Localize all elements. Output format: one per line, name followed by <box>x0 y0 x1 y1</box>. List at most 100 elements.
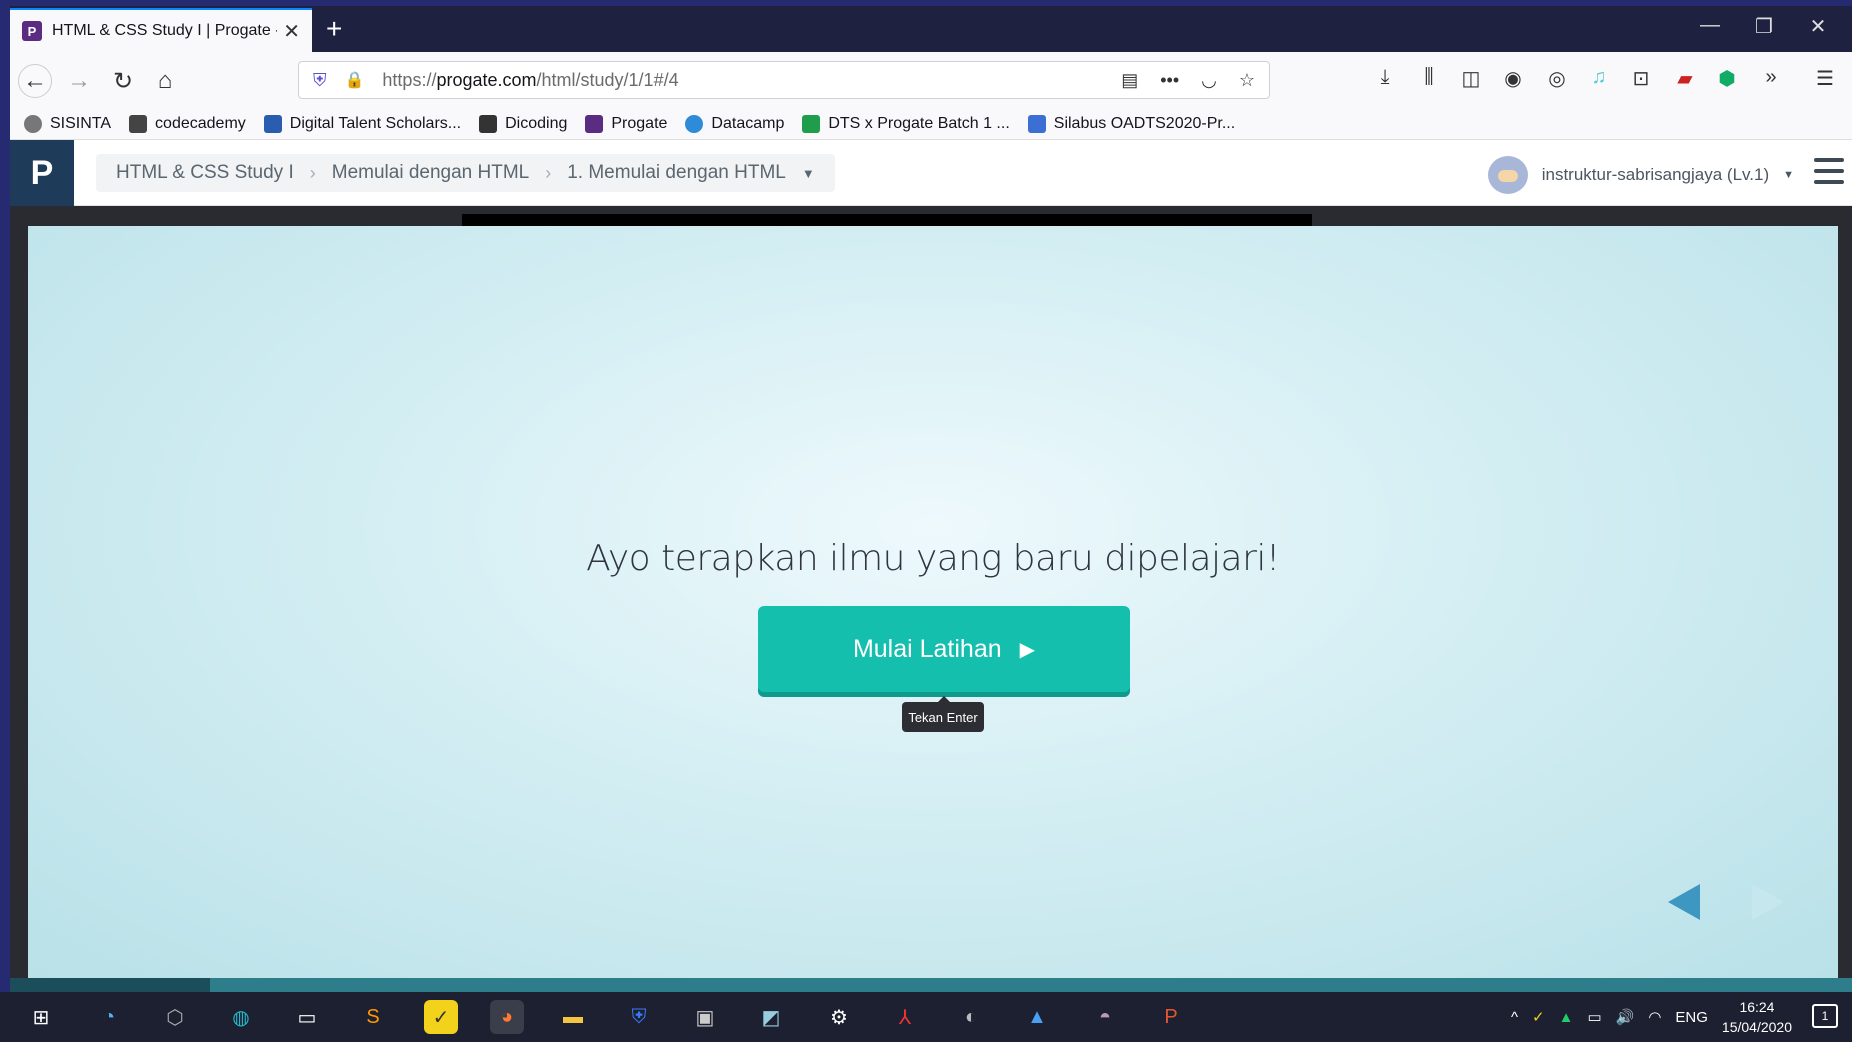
tracking-shield-icon[interactable]: ⛨ <box>313 70 327 91</box>
progate-favicon-icon: P <box>22 21 42 41</box>
close-window-icon[interactable]: ✕ <box>1798 14 1838 39</box>
sheets-icon <box>802 114 821 133</box>
breadcrumb-chapter[interactable]: Memulai dengan HTML <box>332 162 529 184</box>
browser-app-icon[interactable]: ◔ <box>92 1000 126 1034</box>
bookmarks-bar: SISINTA codecademy Digital Talent Schola… <box>10 108 1852 140</box>
language-indicator[interactable]: ENG <box>1675 1009 1708 1026</box>
sticky-tray-icon[interactable]: ✓ <box>1532 1008 1545 1026</box>
shield-app-icon[interactable]: ⛨ <box>622 1000 656 1034</box>
powerpoint-app-icon[interactable]: P <box>1154 1000 1188 1034</box>
tab-bar: P HTML & CSS Study I | Progate - ✕ + — ❐… <box>10 6 1852 52</box>
slide-progress-bar <box>10 978 1852 992</box>
close-tab-icon[interactable]: ✕ <box>283 19 300 44</box>
slide-stage: Ayo terapkan ilmu yang baru dipelajari! … <box>28 226 1838 978</box>
account-icon[interactable]: ◉ <box>1498 66 1528 91</box>
caret-down-icon[interactable]: ▼ <box>802 166 815 181</box>
more-actions-icon[interactable]: ••• <box>1160 70 1179 91</box>
bookmark-item[interactable]: Digital Talent Scholars... <box>263 114 461 133</box>
bookmark-item[interactable]: SISINTA <box>24 114 111 133</box>
app-menu-icon[interactable]: ☰ <box>1810 66 1840 91</box>
bookmark-item[interactable]: DTS x Progate Batch 1 ... <box>802 114 1010 133</box>
slide-prompt: Ayo terapkan ilmu yang baru dipelajari! <box>586 538 1280 579</box>
file-explorer-app-icon[interactable]: ▬ <box>556 1000 590 1034</box>
discord-app-icon[interactable]: ◓ <box>1088 1000 1122 1034</box>
bookmark-item[interactable]: Progate <box>585 114 667 133</box>
pocket-icon[interactable]: ◡ <box>1201 70 1217 91</box>
reload-icon[interactable]: ↻ <box>106 64 140 98</box>
battery-icon[interactable]: ▭ <box>1587 1008 1601 1026</box>
fox-app-icon[interactable]: ⬡ <box>158 1000 192 1034</box>
sublime-app-icon[interactable]: S <box>356 1000 390 1034</box>
windows-start-icon[interactable]: ⊞ <box>24 1000 58 1034</box>
progate-logo[interactable]: P <box>10 140 74 206</box>
pdf-extension-icon[interactable]: ▰ <box>1670 66 1700 91</box>
acrobat-app-icon[interactable]: ⅄ <box>888 1000 922 1034</box>
wifi-icon[interactable]: ◠ <box>1648 1008 1661 1026</box>
next-slide-icon[interactable] <box>1752 884 1784 920</box>
browser-tab-active[interactable]: P HTML & CSS Study I | Progate - ✕ <box>10 8 312 52</box>
gitkraken-app-icon[interactable]: ◍ <box>224 1000 258 1034</box>
sticky-notes-app-icon[interactable]: ✓ <box>424 1000 458 1034</box>
download-icon[interactable]: ⤓ <box>1370 66 1400 89</box>
user-menu[interactable]: instruktur-sabrisangjaya (Lv.1) ▼ <box>1487 156 1794 194</box>
system-tray: ^ ✓ ▲ ▭ 🔊 ◠ ENG 16:24 15/04/2020 <box>1511 992 1792 1042</box>
overflow-menu-icon[interactable]: » <box>1756 66 1786 89</box>
digital-talent-icon <box>263 114 282 133</box>
library-icon[interactable]: ⫼ <box>1414 66 1444 89</box>
caret-down-icon: ▼ <box>1783 169 1794 181</box>
notification-center-icon[interactable]: 1 <box>1812 1004 1838 1028</box>
obs-app-icon[interactable]: ◐ <box>954 1000 988 1034</box>
drive-tray-icon[interactable]: ▲ <box>1559 1009 1574 1026</box>
sidebar-icon[interactable]: ◫ <box>1456 66 1486 91</box>
web-page: P HTML & CSS Study I › Memulai dengan HT… <box>10 140 1852 992</box>
bookmark-item[interactable]: Datacamp <box>685 114 784 133</box>
codecademy-icon <box>129 114 148 133</box>
play-icon: ▶ <box>1019 638 1036 661</box>
lock-extension-icon[interactable]: ⊡ <box>1626 66 1656 91</box>
start-exercise-label: Mulai Latihan <box>852 634 1002 663</box>
desktop: P HTML & CSS Study I | Progate - ✕ + — ❐… <box>0 0 1852 1042</box>
tooltip: Tekan Enter <box>902 696 984 732</box>
navigation-toolbar: ← → ↻ ⌂ ⛨ 🔒 https://progate.com/html/stu… <box>10 52 1852 108</box>
start-exercise-button[interactable]: Mulai Latihan ▶ <box>758 606 1130 692</box>
chevron-right-icon: › <box>545 162 552 183</box>
breadcrumb-lesson[interactable]: 1. Memulai dengan HTML <box>567 162 786 184</box>
progress-fill <box>10 978 210 992</box>
restore-icon[interactable]: ❐ <box>1744 14 1784 39</box>
lock-icon[interactable]: 🔒 <box>345 70 365 90</box>
bookmark-item[interactable]: codecademy <box>129 114 246 133</box>
settings-app-icon[interactable]: ⚙ <box>822 1000 856 1034</box>
back-icon[interactable]: ← <box>18 64 52 98</box>
minimize-icon[interactable]: — <box>1690 14 1730 37</box>
new-tab-button[interactable]: + <box>326 14 342 44</box>
dicoding-icon <box>479 114 498 133</box>
notes-app-icon[interactable]: ◩ <box>754 1000 788 1034</box>
bookmark-item[interactable]: Silabus OADTS2020-Pr... <box>1027 114 1235 133</box>
reader-view-icon[interactable]: ▤ <box>1121 70 1138 91</box>
photos-app-icon[interactable]: ▲ <box>1020 1000 1054 1034</box>
address-bar[interactable]: ⛨ 🔒 https://progate.com/html/study/1/1#/… <box>298 61 1270 99</box>
avatar <box>1487 156 1528 194</box>
home-icon[interactable]: ⌂ <box>148 64 182 98</box>
volume-icon[interactable]: 🔊 <box>1616 1008 1635 1026</box>
breadcrumb-course[interactable]: HTML & CSS Study I <box>116 162 294 184</box>
hamburger-menu-icon[interactable] <box>1814 158 1844 184</box>
chevron-up-icon[interactable]: ^ <box>1511 1009 1518 1026</box>
shield-extension-icon[interactable]: ⬢ <box>1712 66 1742 91</box>
progate-icon <box>585 114 604 133</box>
terminal-app-icon[interactable]: ▭ <box>290 1000 324 1034</box>
remote-app-icon[interactable]: ▣ <box>688 1000 722 1034</box>
music-extension-icon[interactable]: ♫ <box>1584 66 1614 89</box>
forward-icon[interactable]: → <box>62 64 96 98</box>
globe-extension-icon[interactable]: ◎ <box>1542 66 1572 91</box>
breadcrumb: HTML & CSS Study I › Memulai dengan HTML… <box>96 154 835 192</box>
bookmark-item[interactable]: Dicoding <box>479 114 567 133</box>
datacamp-icon <box>685 114 704 133</box>
bookmark-star-icon[interactable]: ☆ <box>1239 70 1255 91</box>
notification-count: 1 <box>1821 1009 1829 1023</box>
firefox-app-icon[interactable]: ◕ <box>490 1000 524 1034</box>
previous-slide-icon[interactable] <box>1668 884 1700 920</box>
clock[interactable]: 16:24 15/04/2020 <box>1722 997 1792 1037</box>
tab-title: HTML & CSS Study I | Progate - <box>52 22 277 39</box>
clock-date: 15/04/2020 <box>1721 1019 1792 1035</box>
